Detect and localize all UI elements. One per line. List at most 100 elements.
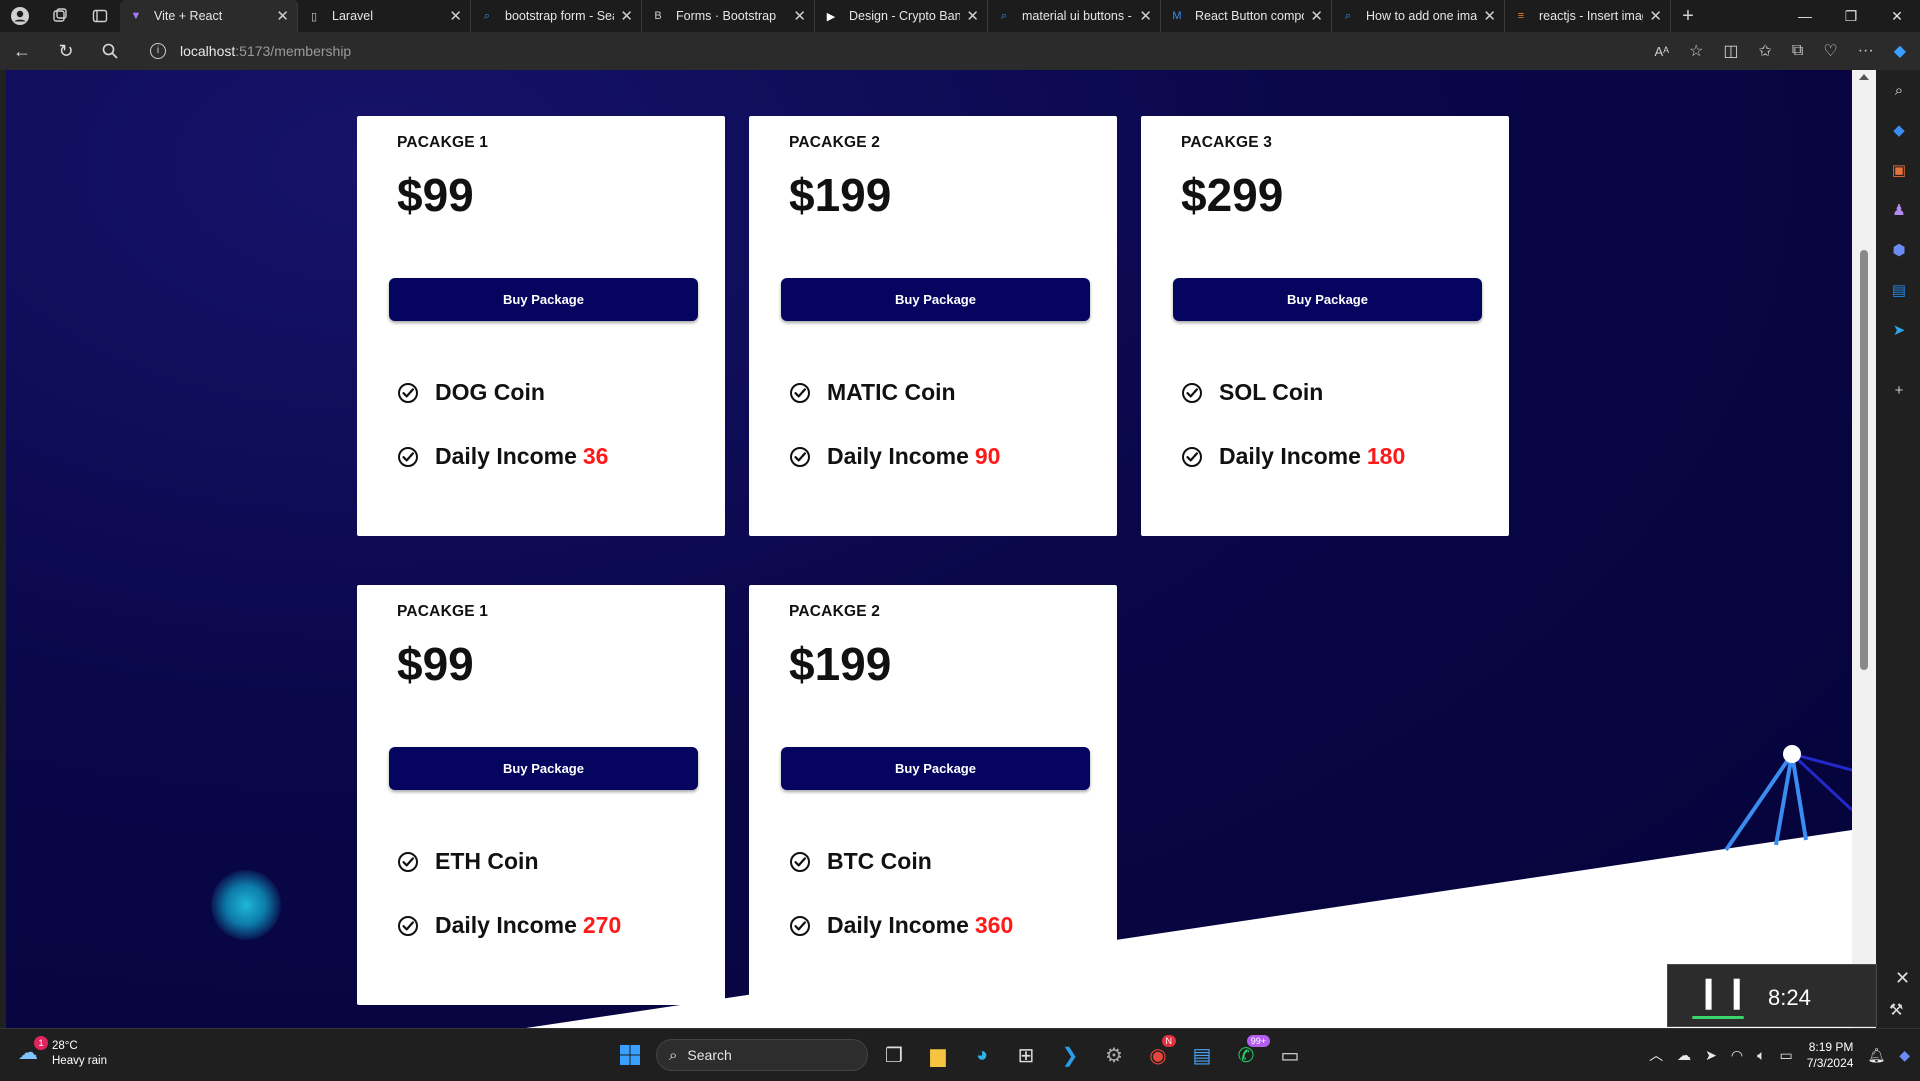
copilot-sidebar-icon[interactable]: ⬢ — [1878, 230, 1920, 270]
browser-tab[interactable]: ▶ Design - Crypto Banl ✕ — [815, 0, 988, 32]
refresh-button[interactable]: ↻ — [44, 32, 88, 70]
browser-tab[interactable]: ▼ Vite + React ✕ — [120, 0, 298, 32]
task-view-icon[interactable]: ❐ — [876, 1037, 912, 1073]
edge-browser-icon[interactable]: ◕ — [964, 1037, 1000, 1073]
microsoft-store-icon[interactable]: ⊞ — [1008, 1037, 1044, 1073]
close-tab-icon[interactable]: ✕ — [966, 7, 979, 25]
browser-tab[interactable]: ▯ Laravel ✕ — [298, 0, 471, 32]
check-circle-icon — [1181, 446, 1203, 468]
copilot-icon[interactable]: ◆ — [1894, 41, 1906, 61]
weather-widget[interactable]: ☁ 1 28°C Heavy rain — [18, 1036, 107, 1069]
taskbar-clock[interactable]: 8:19 PM 7/3/2024 — [1807, 1039, 1854, 1071]
browser-tab[interactable]: ⌕ How to add one ima ✕ — [1332, 0, 1505, 32]
scrollbar-thumb[interactable] — [1860, 250, 1868, 670]
edge-sidebar: ⌕ ◆ ▣ ♟ ⬢ ▤ ➤ + — [1878, 70, 1920, 1030]
tray-overflow-chevron-icon[interactable]: ︿ — [1649, 1045, 1663, 1065]
sidebar-search-icon[interactable]: ⌕ — [1878, 70, 1920, 110]
media-close-icon[interactable]: ✕ — [1895, 968, 1910, 989]
workspaces-icon[interactable] — [40, 0, 80, 32]
site-info-icon[interactable]: i — [150, 43, 166, 59]
file-explorer-icon[interactable]: ▆ — [920, 1037, 956, 1073]
whatsapp-icon[interactable]: ✆ 99+ — [1228, 1035, 1270, 1073]
browser-tab[interactable]: ⌕ material ui buttons - ✕ — [988, 0, 1161, 32]
browser-tab[interactable]: B Forms · Bootstrap ✕ — [642, 0, 815, 32]
browser-essentials-icon[interactable]: ♡ — [1823, 41, 1837, 61]
browser-tab[interactable]: ≡ reactjs - Insert image ✕ — [1505, 0, 1671, 32]
scroll-up-arrow-icon[interactable] — [1859, 74, 1869, 80]
media-progress — [1692, 1016, 1744, 1019]
coin-name: SOL Coin — [1219, 379, 1324, 405]
income-value: 360 — [974, 912, 1014, 938]
media-mini-player[interactable]: ❙❙ 8:24 — [1667, 964, 1877, 1027]
new-tab-button[interactable]: + — [1671, 0, 1705, 32]
add-sidebar-app-icon[interactable]: + — [1878, 370, 1920, 410]
tab-title: Design - Crypto Banl — [849, 9, 961, 23]
close-tab-icon[interactable]: ✕ — [1649, 7, 1662, 25]
close-tab-icon[interactable]: ✕ — [1483, 7, 1496, 25]
onedrive-icon[interactable]: ☁ — [1677, 1047, 1691, 1064]
notepad-icon[interactable]: ▤ — [1184, 1037, 1220, 1073]
decorative-glow — [211, 870, 281, 940]
tab-title: material ui buttons - — [1022, 9, 1132, 23]
profile-icon[interactable] — [0, 0, 40, 32]
wifi-icon[interactable]: ◠ — [1731, 1047, 1743, 1064]
tab-actions-icon[interactable] — [80, 0, 120, 32]
close-tab-icon[interactable]: ✕ — [276, 7, 289, 25]
close-window-button[interactable]: ✕ — [1874, 0, 1920, 32]
income-label: Daily Income — [435, 443, 577, 469]
windows-start-icon[interactable] — [612, 1037, 648, 1073]
url-host: localhost — [180, 43, 236, 59]
copilot-taskbar-icon[interactable]: ◆ — [1899, 1047, 1910, 1064]
search-icon[interactable] — [88, 32, 132, 70]
close-tab-icon[interactable]: ✕ — [1310, 7, 1323, 25]
vite-icon: ▼ — [130, 10, 142, 22]
close-tab-icon[interactable]: ✕ — [449, 7, 462, 25]
figma-icon: ▶ — [826, 10, 836, 23]
taskbar-search[interactable]: ⌕ Search — [656, 1039, 868, 1071]
location-icon[interactable]: ➤ — [1705, 1047, 1717, 1064]
buy-package-button[interactable]: Buy Package — [781, 747, 1090, 790]
collections-icon[interactable]: ⧉ — [1792, 42, 1803, 60]
volume-icon[interactable]: 🔈︎ — [1757, 1047, 1765, 1064]
minimize-button[interactable]: — — [1782, 0, 1828, 32]
close-tab-icon[interactable]: ✕ — [1139, 7, 1152, 25]
buy-package-button[interactable]: Buy Package — [389, 278, 698, 321]
buy-package-button[interactable]: Buy Package — [389, 747, 698, 790]
battery-icon[interactable]: ▭ — [1779, 1047, 1792, 1064]
close-tab-icon[interactable]: ✕ — [793, 7, 806, 25]
restore-button[interactable]: ❐ — [1828, 0, 1874, 32]
media-tools-icon[interactable]: ⚒ — [1889, 1000, 1903, 1020]
address-bar-row: ← ↻ i localhost:5173/membership Aᴬ ☆ ◫ ✩… — [0, 32, 1920, 70]
buy-package-button[interactable]: Buy Package — [1173, 278, 1482, 321]
browser-tab[interactable]: M React Button compo ✕ — [1161, 0, 1332, 32]
vscode-icon[interactable]: ❯ — [1052, 1037, 1088, 1073]
read-aloud-icon[interactable]: Aᴬ — [1654, 44, 1669, 59]
games-icon[interactable]: ♟ — [1878, 190, 1920, 230]
tab-title: reactjs - Insert image — [1539, 9, 1643, 23]
favorite-star-icon[interactable]: ☆ — [1689, 41, 1703, 61]
tools-icon[interactable]: ▣ — [1878, 150, 1920, 190]
url-field[interactable]: i localhost:5173/membership — [136, 36, 1536, 66]
telegram-icon[interactable]: ➤ — [1878, 310, 1920, 350]
coin-name: BTC Coin — [827, 848, 932, 874]
coin-feature: BTC Coin — [789, 848, 932, 875]
terminal-icon[interactable]: ▭ — [1272, 1037, 1308, 1073]
favorites-icon[interactable]: ✩ — [1759, 41, 1772, 61]
page-scrollbar[interactable] — [1852, 70, 1876, 1028]
shopping-icon[interactable]: ◆ — [1878, 110, 1920, 150]
back-button[interactable]: ← — [0, 32, 44, 70]
close-tab-icon[interactable]: ✕ — [620, 7, 633, 25]
check-circle-icon — [789, 851, 811, 873]
more-menu-icon[interactable]: ··· — [1858, 42, 1874, 60]
browser-tab[interactable]: ⌕ bootstrap form - Sea ✕ — [471, 0, 642, 32]
income-feature: Daily Income 360 — [789, 912, 1013, 939]
buy-package-button[interactable]: Buy Package — [781, 278, 1090, 321]
url-path: :5173/membership — [235, 43, 352, 59]
chrome-icon[interactable]: ◉ N — [1140, 1035, 1176, 1073]
split-screen-icon[interactable]: ◫ — [1723, 41, 1738, 61]
settings-gear-icon[interactable]: ⚙ — [1096, 1037, 1132, 1073]
check-circle-icon — [789, 915, 811, 937]
outlook-icon[interactable]: ▤ — [1878, 270, 1920, 310]
pause-icon[interactable]: ❙❙ — [1696, 975, 1752, 1010]
notifications-bell-icon[interactable]: 🔔︎ — [1867, 1047, 1885, 1064]
